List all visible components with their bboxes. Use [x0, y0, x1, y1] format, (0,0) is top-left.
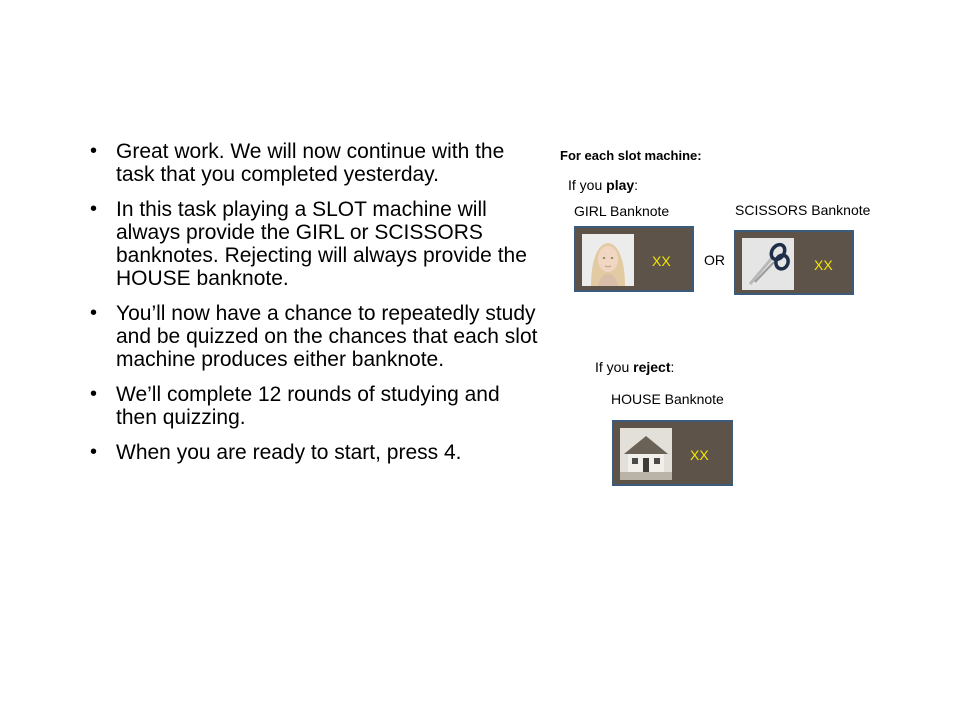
or-label: OR	[704, 252, 725, 268]
girl-banknote: XX	[574, 226, 694, 292]
reject-prefix: If you	[595, 359, 634, 375]
play-word: play	[606, 177, 635, 193]
play-prefix: If you	[568, 177, 607, 193]
scissors-banknote-title: SCISSORS Banknote	[735, 202, 871, 218]
diagram-heading: For each slot machine:	[560, 148, 702, 163]
girl-portrait-icon	[582, 234, 634, 286]
bullet-text: When you are ready to start, press 4.	[116, 441, 462, 464]
bullet-item: We’ll complete 12 rounds of studying and…	[88, 383, 546, 429]
house-banknote-title: HOUSE Banknote	[611, 391, 724, 407]
scissors-banknote: XX	[734, 230, 854, 295]
play-suffix: :	[634, 177, 639, 193]
bullet-text: Great work. We will now continue with th…	[116, 140, 505, 186]
bullet-item: When you are ready to start, press 4.	[88, 441, 546, 464]
bullet-item: You’ll now have a chance to repeatedly s…	[88, 302, 546, 371]
instruction-list: Great work. We will now continue with th…	[88, 140, 546, 476]
house-banknote: XX	[612, 420, 733, 486]
house-icon	[620, 428, 672, 480]
reject-suffix: :	[670, 359, 675, 375]
scissors-icon	[742, 238, 794, 290]
bullet-item: In this task playing a SLOT machine will…	[88, 198, 546, 290]
bullet-text: We’ll complete 12 rounds of studying and…	[116, 383, 500, 429]
girl-banknote-value: XX	[652, 253, 671, 269]
bullet-text: In this task playing a SLOT machine will…	[116, 198, 527, 290]
girl-banknote-title: GIRL Banknote	[574, 203, 670, 219]
reject-word: reject	[633, 359, 671, 375]
scissors-banknote-value: XX	[814, 257, 833, 273]
play-label: If you play:	[568, 177, 638, 193]
house-banknote-value: XX	[690, 447, 709, 463]
bullet-text: You’ll now have a chance to repeatedly s…	[116, 302, 538, 371]
bullet-item: Great work. We will now continue with th…	[88, 140, 546, 186]
reject-label: If you reject:	[595, 359, 674, 375]
